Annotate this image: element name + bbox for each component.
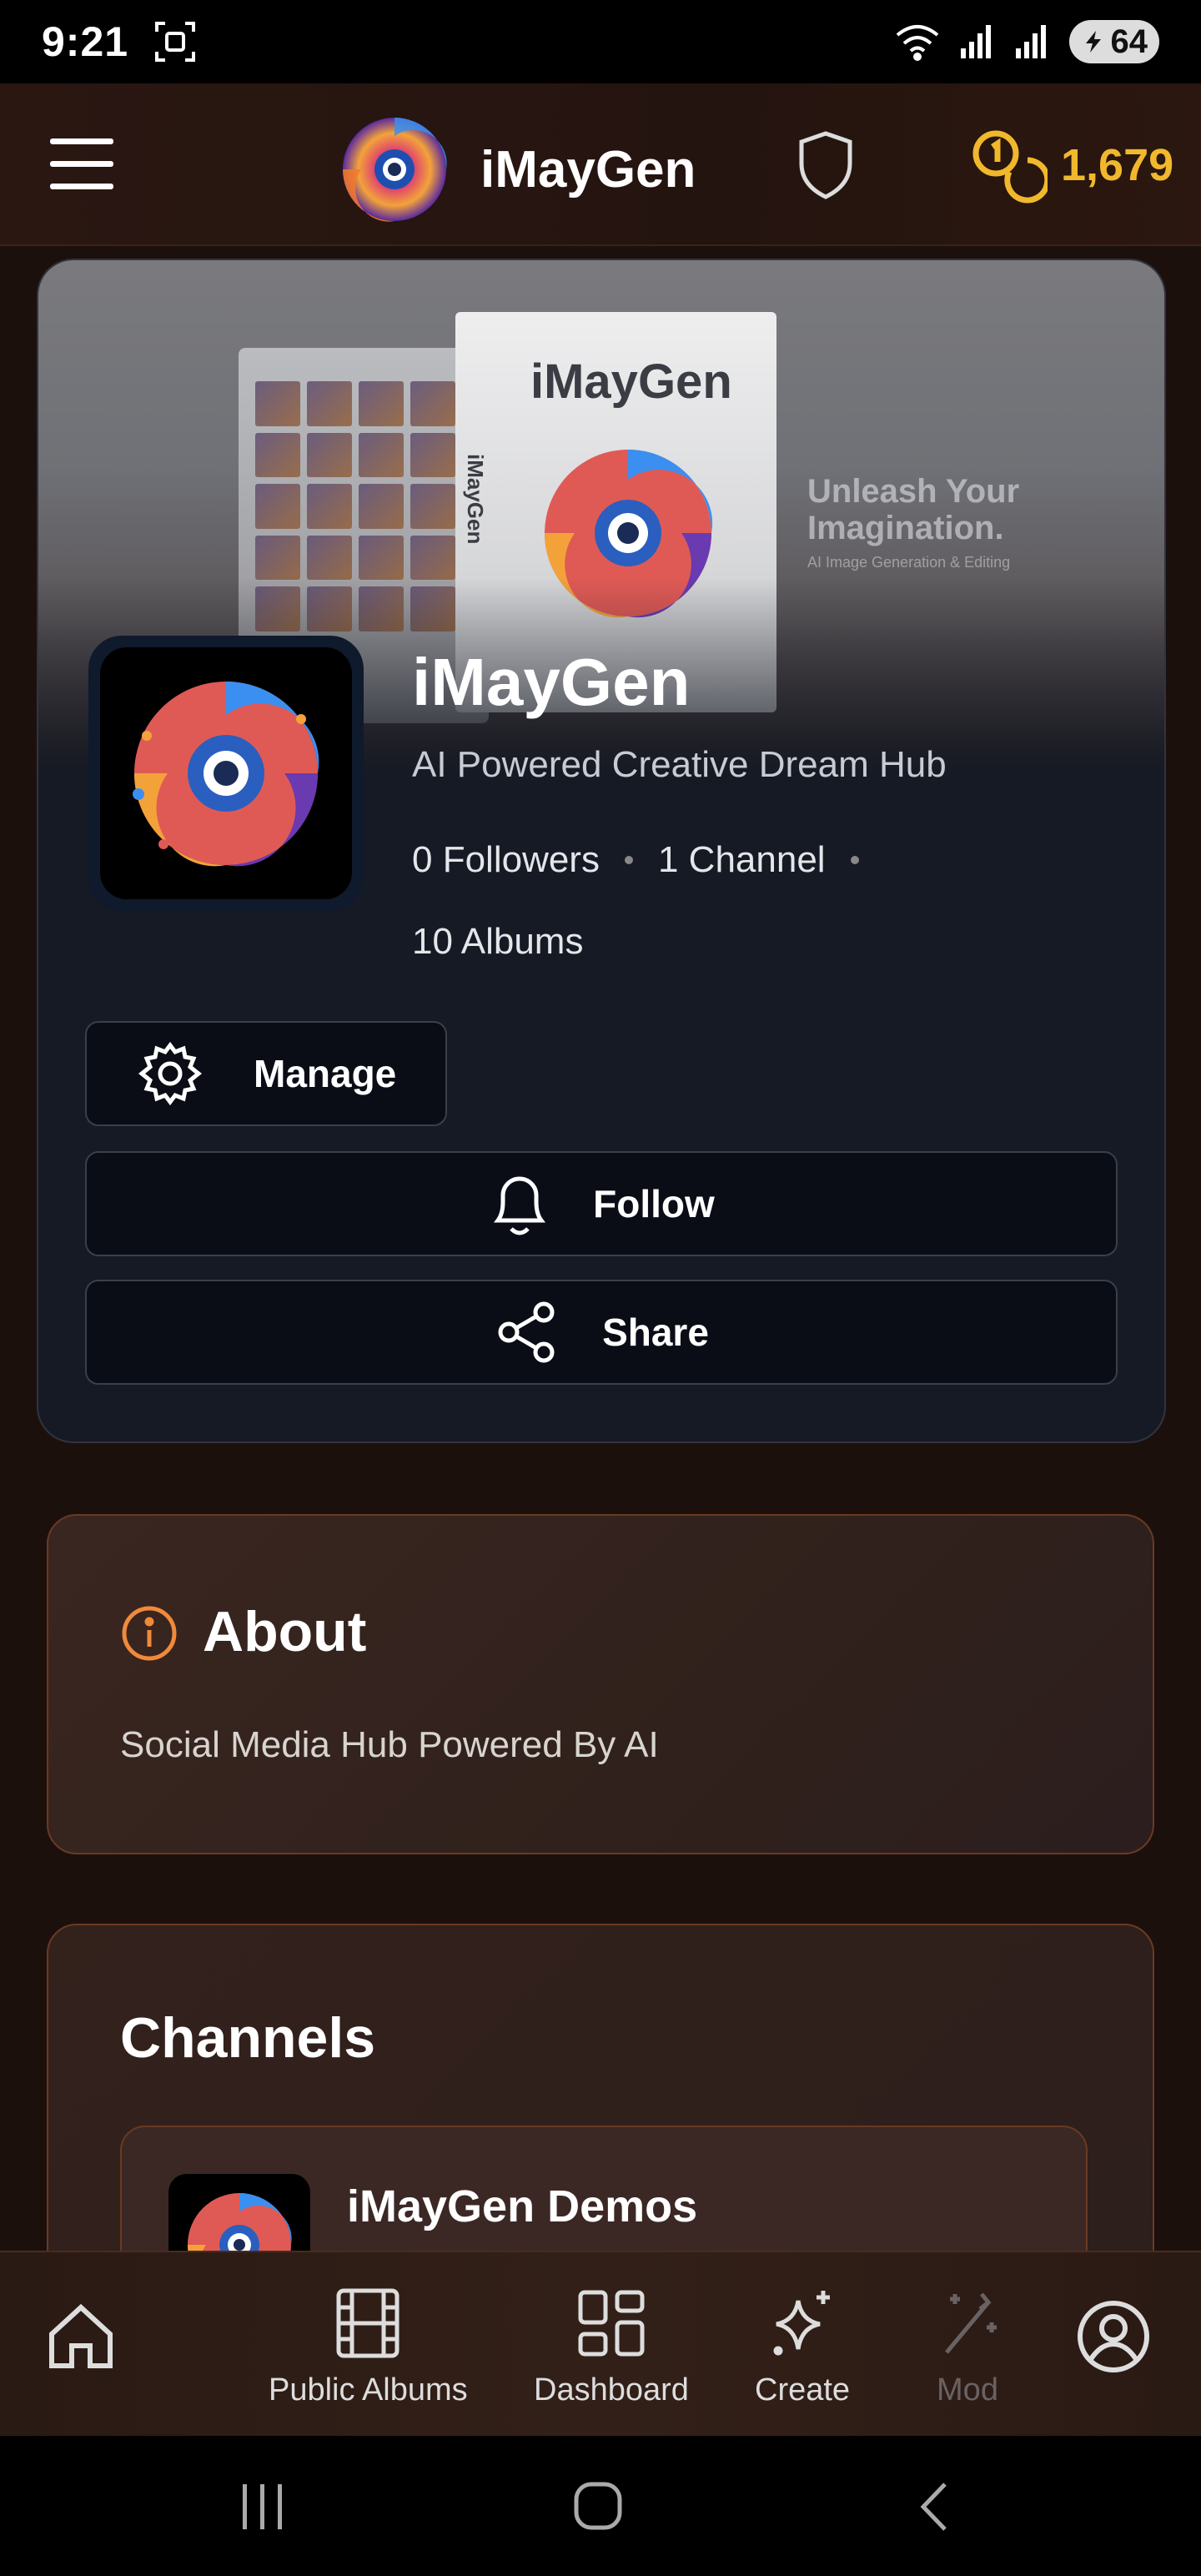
info-icon (122, 1606, 177, 1661)
profile-tagline: AI Powered Creative Dream Hub (412, 744, 947, 785)
banner-box-title: iMayGen (530, 355, 732, 409)
banner-tagline: Unleash Your Imagination. (807, 473, 1020, 546)
wifi-icon (896, 25, 938, 61)
separator-dot (624, 856, 633, 864)
coins-icon (972, 130, 1048, 204)
channels-count[interactable]: 1 Channel (658, 839, 826, 881)
nav-mod[interactable]: Mod (930, 2286, 1005, 2408)
nav-label: Create (755, 2372, 851, 2407)
nav-label: Public Albums (269, 2372, 468, 2407)
separator-dot (850, 856, 859, 864)
channels-title: Channels (120, 2006, 376, 2070)
banner-tagline-sub: AI Image Generation & Editing (807, 554, 1011, 571)
channel-name: iMayGen Demos (347, 2181, 698, 2231)
share-button[interactable]: Share (85, 1280, 1118, 1385)
gear-icon (138, 1041, 203, 1106)
app-header: iMayGen 1,679 (0, 83, 1201, 246)
signal-icon (960, 25, 991, 58)
battery-icon: 64 (1068, 20, 1159, 63)
manage-button[interactable]: Manage (85, 1021, 447, 1126)
bottom-nav: Public Albums Dashboard Create Mod (0, 2251, 1201, 2436)
screenshot-icon (155, 22, 196, 62)
home-system-icon[interactable] (571, 2478, 626, 2536)
manage-label: Manage (254, 1052, 397, 1095)
about-card: About Social Media Hub Powered By AI (47, 1514, 1154, 1854)
signal-icon (1015, 25, 1046, 58)
nav-create[interactable]: Create (755, 2286, 850, 2408)
film-icon (336, 2288, 399, 2358)
share-icon (498, 1301, 555, 1363)
nav-dashboard[interactable]: Dashboard (534, 2286, 689, 2408)
profile-avatar (88, 636, 364, 911)
app-name: iMayGen (480, 140, 696, 199)
albums-count[interactable]: 10 Albums (412, 921, 583, 963)
home-icon (49, 2303, 113, 2368)
sparkle-icon (773, 2291, 831, 2356)
recent-apps-icon[interactable] (238, 2478, 288, 2536)
menu-icon[interactable] (48, 135, 115, 194)
profile-card: iMayGen iMayGen Unleash Your Imagination… (37, 259, 1166, 1443)
nav-profile[interactable] (1076, 2299, 1151, 2374)
profile-stats: 0 Followers 1 Channel (412, 839, 859, 881)
share-label: Share (602, 1311, 709, 1354)
magic-wand-icon (945, 2292, 997, 2354)
status-time: 9:21 (42, 18, 129, 65)
nav-label: Mod (937, 2372, 998, 2407)
profile-icon (1078, 2301, 1149, 2372)
back-icon[interactable] (913, 2478, 955, 2536)
system-nav-bar (0, 2436, 1201, 2576)
dashboard-icon (578, 2290, 645, 2357)
about-title: About (203, 1600, 367, 1663)
battery-level: 64 (1110, 23, 1148, 60)
follow-label: Follow (593, 1182, 715, 1225)
status-bar: 9:21 64 (0, 0, 1201, 83)
app-logo (343, 118, 447, 222)
profile-name: iMayGen (412, 645, 691, 719)
brand[interactable]: iMayGen (332, 107, 696, 232)
bell-icon (494, 1176, 546, 1235)
follow-button[interactable]: Follow (85, 1151, 1118, 1256)
followers-count[interactable]: 0 Followers (412, 839, 600, 881)
about-text: Social Media Hub Powered By AI (120, 1724, 659, 1765)
banner-box-spine: iMayGen (463, 454, 488, 545)
shield-icon[interactable] (796, 130, 855, 200)
nav-label: Dashboard (534, 2372, 689, 2407)
coins-value: 1,679 (1061, 140, 1174, 190)
coins-balance[interactable]: 1,679 (967, 125, 1173, 205)
nav-home[interactable] (43, 2299, 118, 2374)
avatar-logo (133, 682, 319, 867)
nav-public-albums[interactable]: Public Albums (269, 2286, 468, 2408)
